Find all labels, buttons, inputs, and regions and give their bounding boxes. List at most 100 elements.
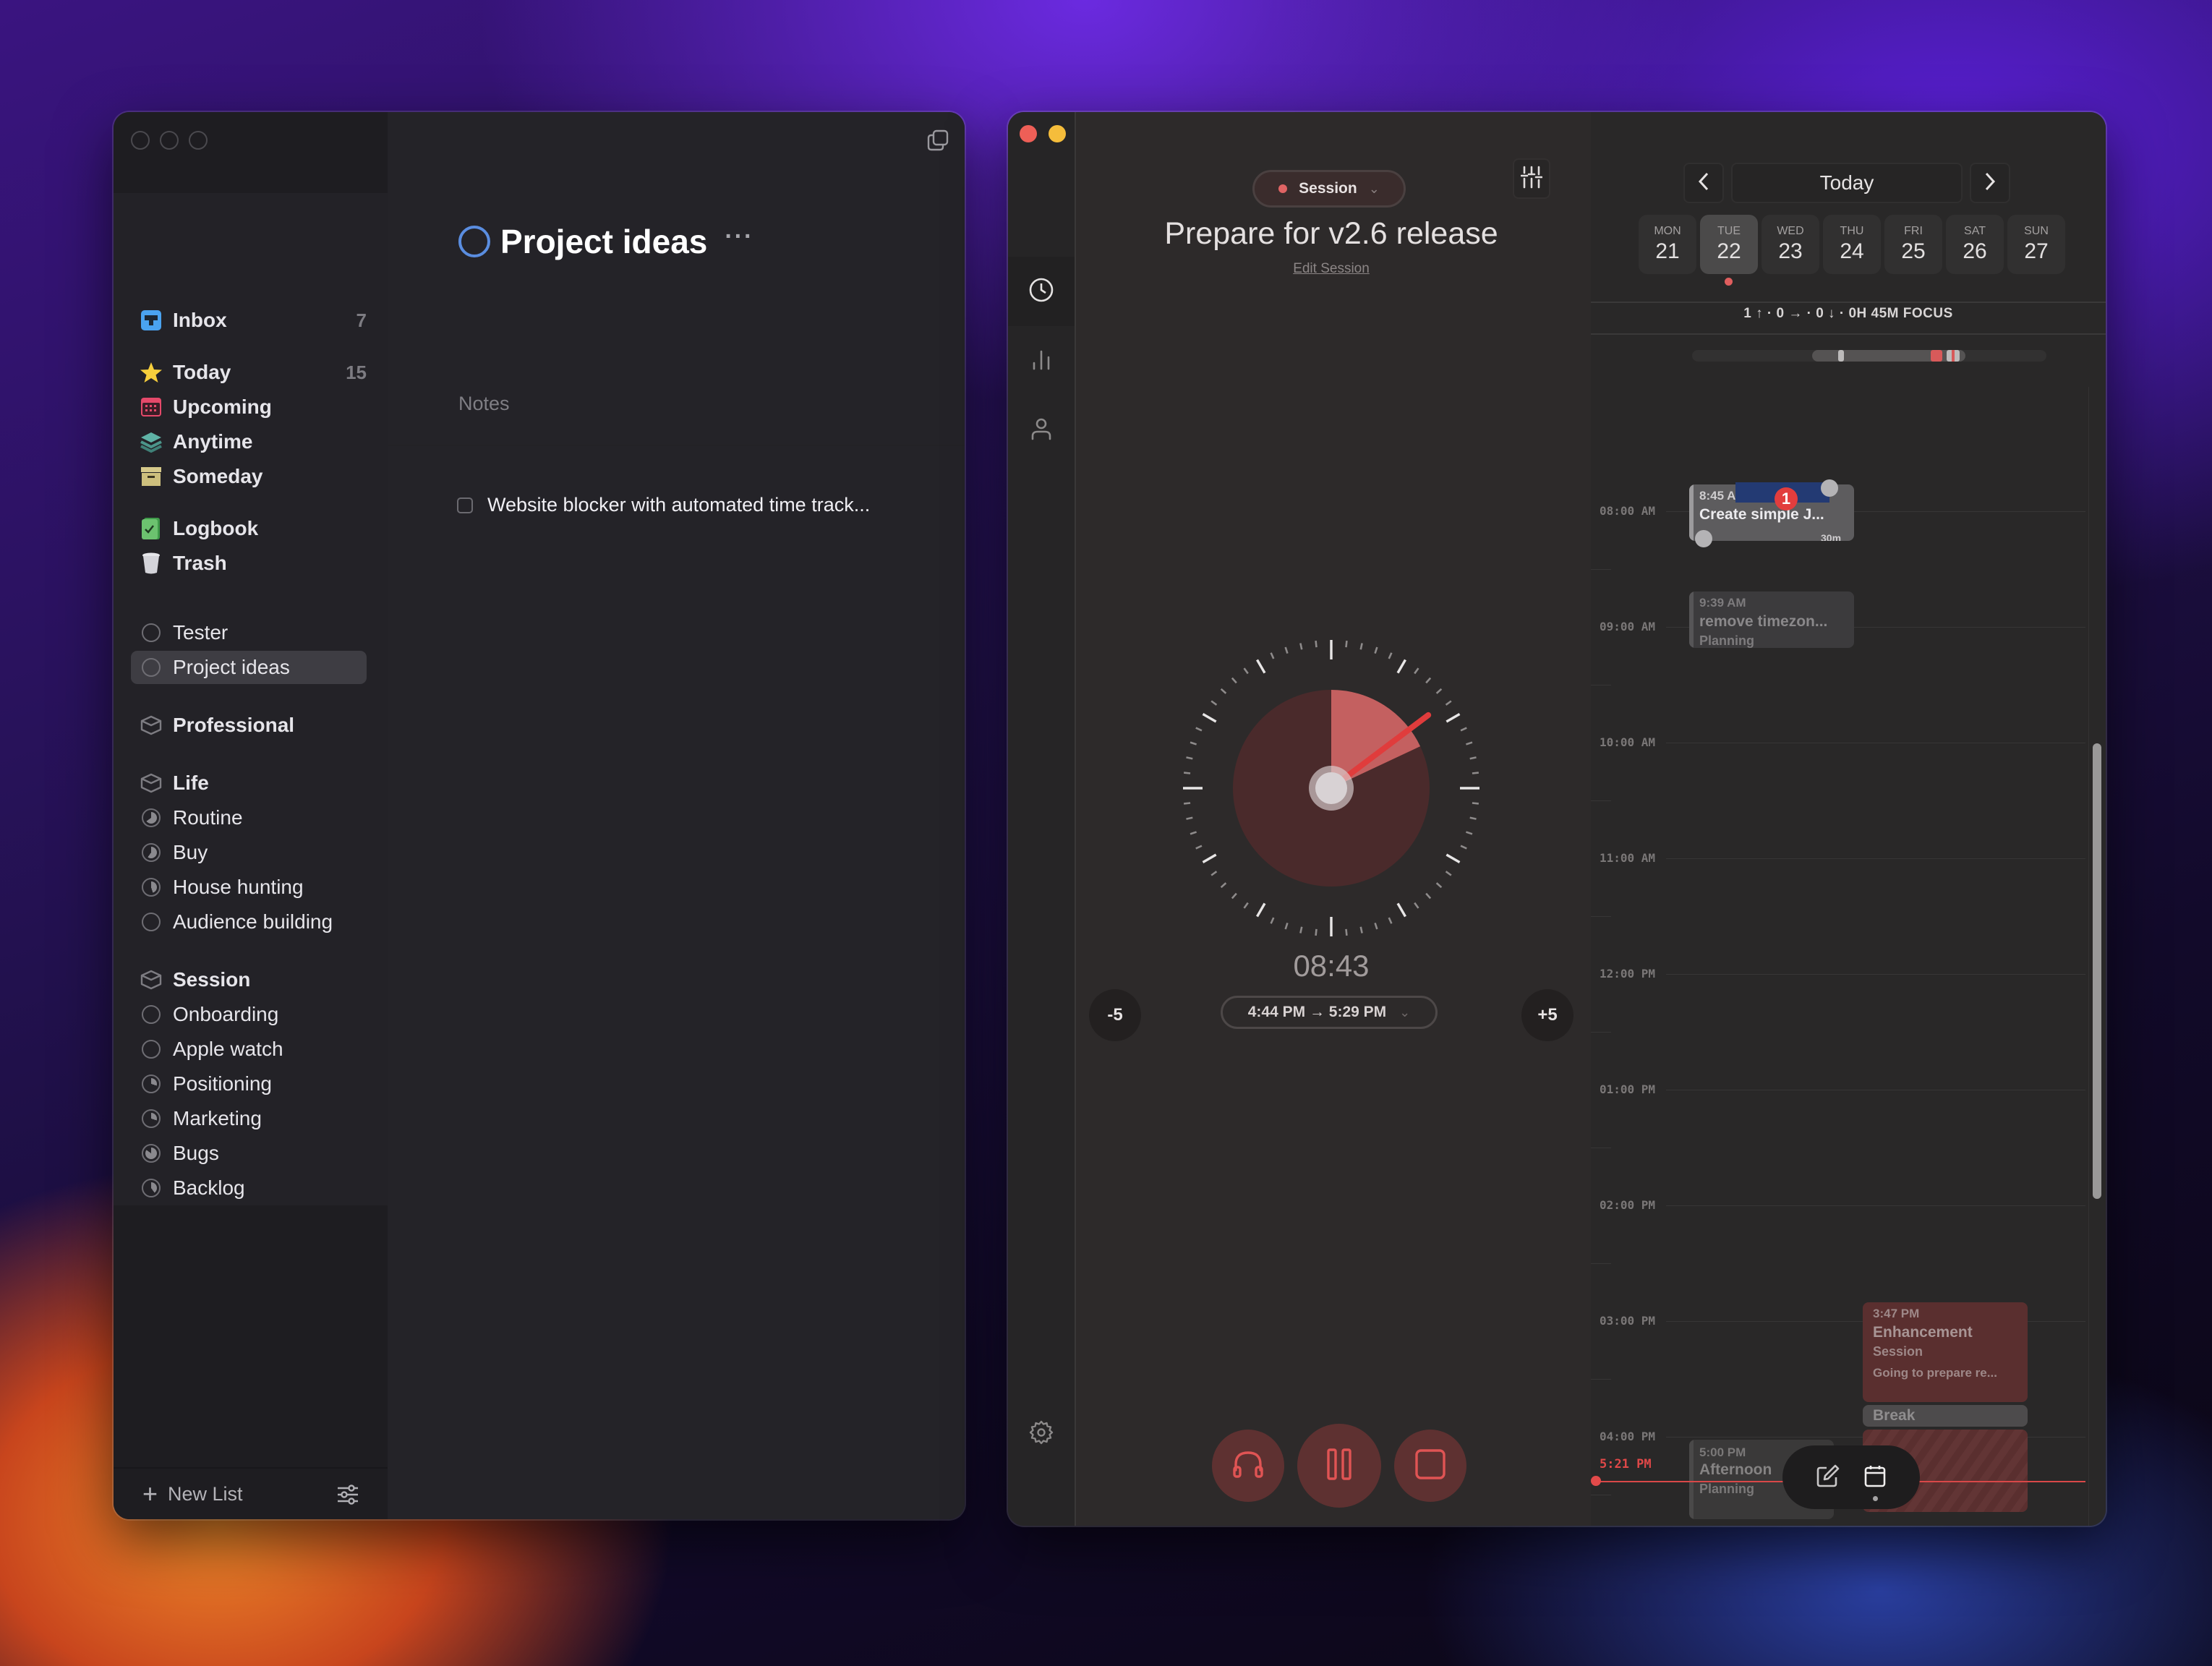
day-tue[interactable]: TUE 22: [1700, 215, 1758, 274]
task-checkbox[interactable]: [457, 497, 473, 513]
task-item[interactable]: Website blocker with automated time trac…: [457, 494, 870, 516]
day-thu[interactable]: THU 24: [1823, 215, 1881, 274]
divider: [1591, 333, 2106, 335]
window-close-button[interactable]: [1020, 125, 1037, 142]
sidebar-item-someday[interactable]: Someday: [131, 460, 367, 493]
sidebar-item-inbox[interactable]: Inbox 7: [131, 304, 367, 337]
sidebar-item-apple-watch[interactable]: Apple watch: [131, 1033, 367, 1066]
copy-window-icon[interactable]: [927, 129, 949, 155]
project-title[interactable]: Project ideas: [500, 222, 707, 261]
dial-tick: [1210, 700, 1218, 706]
event-color-bar: [1689, 1440, 1694, 1519]
event-color-bar: [1689, 591, 1694, 648]
category-dropdown[interactable]: Session ⌄: [1252, 170, 1406, 208]
chevron-down-icon: ⌄: [1399, 1004, 1411, 1020]
sidebar-item-project-ideas[interactable]: Project ideas: [131, 651, 367, 684]
minus-5-button[interactable]: -5: [1089, 989, 1141, 1041]
event-title: Afternoon: [1699, 1461, 1772, 1478]
dial-tick: [1446, 713, 1461, 723]
sidebar-area-professional[interactable]: Professional: [131, 709, 367, 742]
window-minimize-button[interactable]: [1049, 125, 1066, 142]
sidebar-item-positioning[interactable]: Positioning: [131, 1067, 367, 1101]
sidebar-item-routine[interactable]: Routine: [131, 801, 367, 834]
dial-tick: [1183, 772, 1191, 774]
sidebar-area-life[interactable]: Life: [131, 766, 367, 800]
pause-button[interactable]: [1297, 1424, 1381, 1508]
sidebar-footer: + New List: [114, 1467, 388, 1519]
calendar-scrollbar[interactable]: [2093, 743, 2101, 1199]
prev-day-button[interactable]: [1683, 163, 1724, 203]
today-button[interactable]: Today: [1731, 163, 1963, 203]
sidebar-item-anytime[interactable]: Anytime: [131, 425, 367, 458]
next-day-button[interactable]: [1970, 163, 2010, 203]
calendar-icon: [140, 396, 163, 419]
project-progress-icon[interactable]: [458, 226, 490, 257]
calendar-event[interactable]: 3:47 PM Enhancement Session Going to pre…: [1863, 1302, 2028, 1402]
day-date: 25: [1901, 239, 1926, 263]
calendar-view-button[interactable]: [1864, 1464, 1886, 1501]
rail-timer-button[interactable]: [1008, 257, 1075, 326]
sidebar-item-house-hunting[interactable]: House hunting: [131, 871, 367, 904]
project-progress-icon: [142, 623, 161, 642]
sidebar-item-bugs[interactable]: Bugs: [131, 1137, 367, 1170]
filter-settings-icon[interactable]: [337, 1485, 359, 1508]
sidebar-item-label: House hunting: [173, 876, 304, 898]
day-wed[interactable]: WED 23: [1762, 215, 1819, 274]
sidebar-item-upcoming[interactable]: Upcoming: [131, 390, 367, 424]
session-window: Session ⌄ Prepare for v2.6 release Edit …: [1008, 112, 2106, 1526]
rail-stats-button[interactable]: [1008, 326, 1075, 396]
sidebar-item-trash[interactable]: Trash: [131, 547, 367, 580]
resize-handle-top[interactable]: [1821, 479, 1838, 497]
new-list-button[interactable]: + New List: [142, 1481, 243, 1507]
resize-handle-bottom[interactable]: [1695, 530, 1712, 547]
sidebar-item-audience-building[interactable]: Audience building: [131, 905, 367, 939]
more-options-button[interactable]: ···: [725, 223, 753, 251]
sidebar-item-backlog[interactable]: Backlog: [131, 1171, 367, 1205]
timer-settings-button[interactable]: [1513, 158, 1550, 199]
calendar-pane: Today MON 21 TUE 22 WED 23 THU 24 FRI 25 SAT 26 SUN 2…: [1591, 112, 2106, 1526]
timer-dial[interactable]: [1176, 633, 1487, 944]
compose-icon[interactable]: [1816, 1464, 1840, 1491]
plus-5-button[interactable]: +5: [1521, 989, 1573, 1041]
dial-tick: [1388, 652, 1393, 659]
rail-settings-button[interactable]: [1008, 1399, 1075, 1469]
window-minimize-button[interactable]: [160, 131, 179, 150]
hour-label: 03:00 PM: [1600, 1314, 1656, 1328]
time-range-dropdown[interactable]: 4:44 PM → 5:29 PM ⌄: [1221, 996, 1438, 1029]
sidebar-item-label: Routine: [173, 806, 243, 829]
day-mini-timeline[interactable]: [1692, 350, 2046, 362]
dial-tick: [1220, 688, 1227, 694]
sidebar-item-onboarding[interactable]: Onboarding: [131, 998, 367, 1031]
project-progress-icon: [142, 1109, 161, 1128]
day-fri[interactable]: FRI 25: [1884, 215, 1942, 274]
event-badge: 1: [1775, 487, 1798, 511]
sidebar-item-label: Anytime: [173, 430, 253, 453]
sidebar-item-today[interactable]: Today 15: [131, 356, 367, 389]
focus-music-button[interactable]: [1212, 1430, 1284, 1502]
chevron-down-icon: ⌄: [1368, 181, 1380, 196]
sliders-icon: [1520, 166, 1543, 192]
notes-field[interactable]: Notes: [458, 393, 510, 415]
calendar-event[interactable]: 9:39 AM remove timezon... Planning: [1689, 591, 1854, 648]
rail-profile-button[interactable]: [1008, 396, 1075, 465]
pause-icon: [1327, 1448, 1351, 1484]
sidebar-item-tester[interactable]: Tester: [131, 616, 367, 649]
calendar-event-break[interactable]: Break: [1863, 1405, 2028, 1427]
day-mon[interactable]: MON 21: [1639, 215, 1696, 274]
divider: [1591, 302, 2106, 303]
stop-button[interactable]: [1394, 1430, 1466, 1502]
task-title[interactable]: Website blocker with automated time trac…: [487, 494, 870, 516]
window-zoom-button[interactable]: [189, 131, 208, 150]
sidebar-item-buy[interactable]: Buy: [131, 836, 367, 869]
day-sun[interactable]: SUN 27: [2007, 215, 2065, 274]
sidebar-item-marketing[interactable]: Marketing: [131, 1102, 367, 1135]
new-list-label: New List: [168, 1482, 243, 1505]
sidebar-item-logbook[interactable]: Logbook: [131, 512, 367, 545]
day-of-week: THU: [1840, 225, 1864, 237]
timer-remaining: 08:43: [1293, 949, 1370, 983]
things-window: Inbox 7 Today 15 Upcoming Anytime Someda…: [114, 112, 965, 1519]
sidebar-area-session[interactable]: Session: [131, 963, 367, 996]
day-sat[interactable]: SAT 26: [1946, 215, 2004, 274]
edit-session-link[interactable]: Edit Session: [1076, 261, 1587, 277]
window-close-button[interactable]: [131, 131, 150, 150]
